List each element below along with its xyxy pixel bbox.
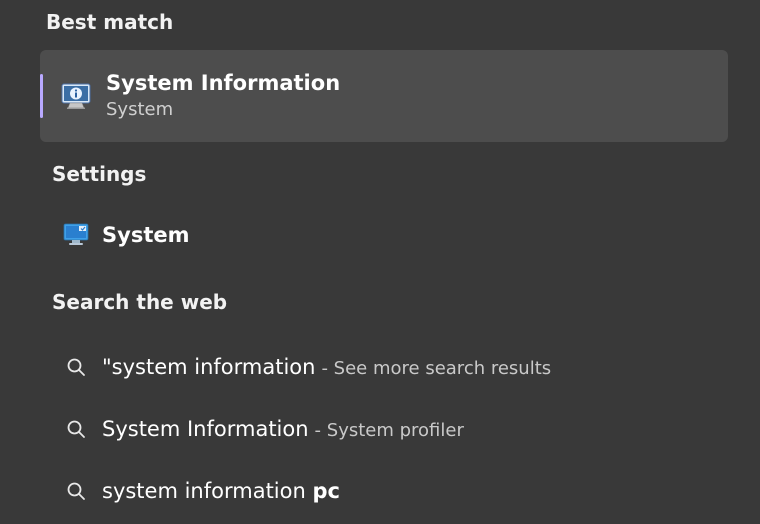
system-information-icon — [60, 80, 92, 112]
best-match-result[interactable]: System Information System — [40, 50, 728, 142]
search-icon — [62, 481, 90, 501]
web-result-text: system information pc — [102, 479, 346, 503]
section-header-search-web: Search the web — [0, 262, 760, 336]
web-result-1[interactable]: System Information - System profiler — [0, 398, 760, 460]
best-match-title: System Information — [106, 70, 340, 96]
web-result-text: "system information - See more search re… — [102, 355, 551, 379]
settings-result-label: System — [102, 223, 189, 247]
web-result-0[interactable]: "system information - See more search re… — [0, 336, 760, 398]
search-icon — [62, 419, 90, 439]
search-icon — [62, 357, 90, 377]
search-results-panel: Best match System Information System Set… — [0, 0, 760, 524]
best-match-subtitle: System — [106, 97, 340, 122]
settings-result-system[interactable]: System — [0, 208, 760, 262]
best-match-titles: System Information System — [106, 70, 340, 121]
section-header-settings: Settings — [0, 142, 760, 208]
web-result-2[interactable]: system information pc — [0, 460, 760, 522]
section-header-best-match: Best match — [0, 10, 760, 50]
web-result-text: System Information - System profiler — [102, 417, 464, 441]
selection-accent — [40, 74, 43, 118]
system-settings-icon — [62, 223, 90, 247]
